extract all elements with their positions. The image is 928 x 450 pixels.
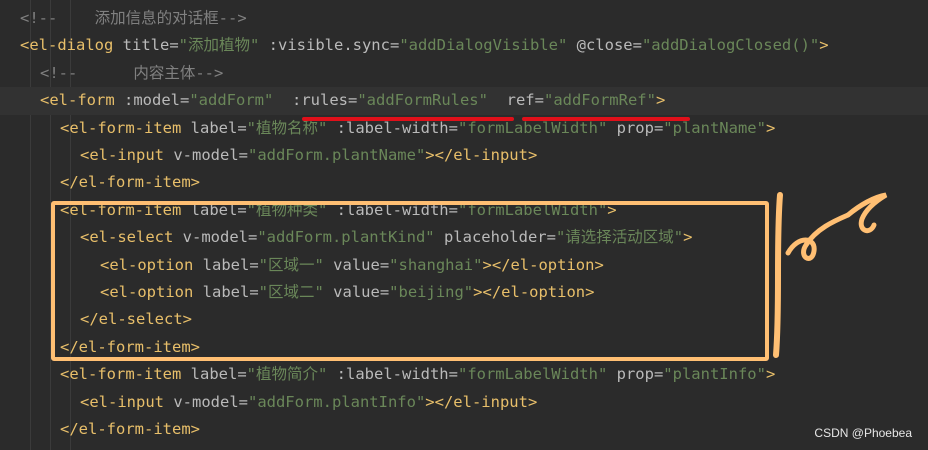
code-token: </el-form-item> (60, 173, 200, 192)
code-token: "formLabelWidth" (457, 365, 608, 384)
code-token: <el-form-item (60, 118, 191, 137)
code-token: "addForm.plantName" (247, 146, 426, 164)
code-token: <!-- 添加信息的对话框--> (20, 9, 247, 27)
watermark: CSDN @Phoebea (814, 426, 912, 440)
code-line[interactable]: </el-form-item> (0, 416, 928, 443)
code-token: v-model= (173, 392, 248, 411)
red-underline-rules (302, 117, 514, 121)
red-underline-ref (522, 117, 690, 121)
code-line[interactable]: <el-input v-model="addForm.plantName"></… (0, 142, 928, 169)
code-line[interactable]: <el-input v-model="addForm.plantInfo"></… (0, 389, 928, 416)
code-line[interactable]: <el-form-item label="植物简介" :label-width=… (0, 361, 928, 388)
code-token: ></el-input> (425, 392, 538, 411)
code-token: "addForm.plantInfo" (247, 392, 426, 411)
code-line[interactable]: <!-- 内容主体--> (0, 60, 928, 87)
code-token: "formLabelWidth" (457, 118, 608, 137)
orange-scribble-annotation (773, 192, 888, 358)
code-token: @close= (567, 36, 642, 55)
code-token: v-model= (173, 146, 248, 164)
code-token: ></el-input> (425, 146, 538, 164)
code-editor[interactable]: <!-- 添加信息的对话框--> <el-dialog title="添加植物" … (0, 0, 928, 450)
code-token: "addFormRules" (357, 91, 488, 110)
code-token: title= (122, 36, 179, 55)
code-token: :rules= (273, 91, 358, 110)
code-token: prop= (607, 118, 664, 137)
code-token: <el-form (40, 91, 124, 110)
code-token: > (765, 365, 776, 384)
code-line[interactable]: <el-form :model="addForm" :rules="addFor… (0, 87, 928, 115)
code-token: "addDialogClosed()" (641, 36, 820, 55)
code-token: prop= (607, 365, 664, 384)
code-line[interactable]: <!-- 添加信息的对话框--> (0, 5, 928, 32)
code-token: ref= (487, 91, 544, 110)
code-token: > (819, 36, 829, 55)
code-token: "植物名称" (246, 118, 328, 137)
code-token: label= (190, 365, 247, 384)
code-token: :label-width= (327, 118, 458, 137)
code-token: label= (190, 118, 247, 137)
code-token: "plantInfo" (663, 365, 766, 384)
code-token: <el-input (80, 392, 174, 411)
code-token: <el-input (80, 146, 174, 164)
code-token: "addFormRef" (543, 91, 656, 110)
code-token: "addForm" (189, 91, 274, 110)
code-token: "addDialogVisible" (399, 36, 568, 55)
code-token: > (765, 118, 776, 137)
code-token: "plantName" (663, 118, 766, 137)
code-token: <el-dialog (20, 36, 123, 55)
code-token: > (655, 91, 666, 110)
orange-highlight-box (51, 201, 769, 361)
code-line[interactable]: <el-dialog title="添加植物" :visible.sync="a… (0, 32, 928, 59)
code-token: :label-width= (327, 365, 458, 384)
code-token: "植物简介" (246, 365, 328, 384)
code-token: "添加植物" (178, 36, 260, 55)
code-token: <el-form-item (60, 365, 191, 384)
code-token: <!-- 内容主体--> (40, 63, 224, 82)
code-token: :model= (124, 91, 190, 110)
code-token: </el-form-item> (60, 420, 200, 438)
code-token: :visible.sync= (259, 36, 400, 55)
